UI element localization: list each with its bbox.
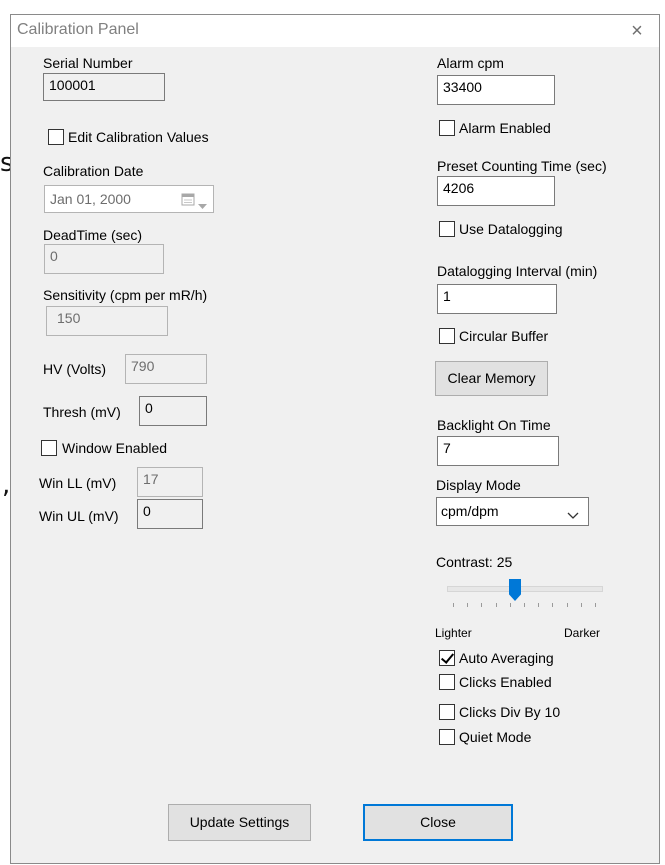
auto-averaging-label: Auto Averaging [459, 650, 554, 666]
serial-number-label: Serial Number [43, 55, 133, 71]
quiet-mode-checkbox[interactable] [439, 729, 455, 745]
alarm-enabled-label: Alarm Enabled [459, 120, 551, 136]
contrast-darker-label: Darker [564, 626, 601, 640]
alarm-cpm-input[interactable]: 33400 [437, 75, 555, 105]
title-bar: Calibration Panel × [11, 15, 659, 47]
calibration-date-value: Jan 01, 2000 [50, 191, 131, 207]
contrast-slider-thumb[interactable] [509, 579, 521, 601]
serial-number-field: 100001 [43, 73, 165, 101]
backlight-input[interactable]: 7 [437, 436, 559, 466]
display-mode-value: cpm/dpm [441, 503, 499, 519]
contrast-slider-tick [538, 603, 539, 607]
deadtime-label: DeadTime (sec) [43, 227, 143, 243]
alarm-enabled-checkbox[interactable] [439, 120, 455, 136]
contrast-slider[interactable] [447, 579, 603, 611]
contrast-slider-tick [481, 603, 482, 607]
datalog-interval-input[interactable]: 1 [437, 284, 557, 314]
deadtime-field: 0 [44, 244, 164, 274]
contrast-slider-track [447, 586, 603, 592]
chevron-down-icon [567, 507, 579, 523]
clicks-div10-label: Clicks Div By 10 [459, 704, 561, 720]
backlight-label: Backlight On Time [437, 417, 551, 433]
quiet-mode-label: Quiet Mode [459, 729, 532, 745]
clicks-div10-checkbox[interactable] [439, 704, 455, 720]
display-mode-label: Display Mode [436, 477, 521, 493]
close-button[interactable]: Close [363, 804, 513, 841]
alarm-cpm-label: Alarm cpm [437, 55, 504, 71]
calibration-dialog: Calibration Panel × Serial Number 100001… [10, 14, 660, 864]
thresh-field: 0 [139, 396, 207, 426]
contrast-slider-tick [552, 603, 553, 607]
circular-buffer-checkbox[interactable] [439, 328, 455, 344]
win-ul-label: Win UL (mV) [39, 508, 119, 524]
contrast-slider-tick [567, 603, 568, 607]
datalog-interval-label: Datalogging Interval (min) [437, 263, 598, 279]
preset-time-input[interactable]: 4206 [437, 176, 555, 206]
contrast-slider-tick [453, 603, 454, 607]
calibration-date-label: Calibration Date [43, 163, 144, 179]
contrast-slider-tick [595, 603, 596, 607]
display-mode-select[interactable]: cpm/dpm [436, 497, 589, 526]
clicks-enabled-checkbox[interactable] [439, 674, 455, 690]
thresh-label: Thresh (mV) [43, 404, 121, 420]
circular-buffer-label: Circular Buffer [459, 328, 549, 344]
win-ll-label: Win LL (mV) [39, 475, 117, 491]
edit-calibration-checkbox[interactable] [48, 129, 64, 145]
hv-field: 790 [125, 354, 207, 384]
sensitivity-field: 150 [46, 306, 168, 336]
contrast-slider-tick [581, 603, 582, 607]
contrast-lighter-label: Lighter [435, 626, 472, 640]
window-enabled-label: Window Enabled [62, 440, 168, 456]
clicks-enabled-label: Clicks Enabled [459, 674, 552, 690]
win-ll-field: 17 [137, 467, 203, 497]
contrast-slider-tick [524, 603, 525, 607]
auto-averaging-checkbox[interactable] [439, 650, 455, 666]
window-enabled-checkbox[interactable] [41, 440, 57, 456]
contrast-slider-tick [467, 603, 468, 607]
use-datalogging-label: Use Datalogging [459, 221, 563, 237]
window-title: Calibration Panel [17, 21, 139, 38]
update-settings-button[interactable]: Update Settings [168, 804, 311, 841]
preset-time-label: Preset Counting Time (sec) [437, 158, 607, 174]
hv-label: HV (Volts) [43, 361, 107, 377]
close-icon[interactable]: × [625, 19, 649, 43]
contrast-label: Contrast: 25 [436, 554, 513, 570]
contrast-slider-tick [496, 603, 497, 607]
calibration-date-picker: Jan 01, 2000 [44, 185, 214, 213]
edit-calibration-label: Edit Calibration Values [68, 129, 209, 145]
clear-memory-button[interactable]: Clear Memory [435, 361, 548, 396]
win-ul-field: 0 [137, 499, 203, 529]
sensitivity-label: Sensitivity (cpm per mR/h) [43, 287, 208, 303]
use-datalogging-checkbox[interactable] [439, 221, 455, 237]
calendar-icon [181, 192, 195, 209]
contrast-slider-tick [510, 603, 511, 607]
chevron-down-icon [198, 197, 207, 213]
